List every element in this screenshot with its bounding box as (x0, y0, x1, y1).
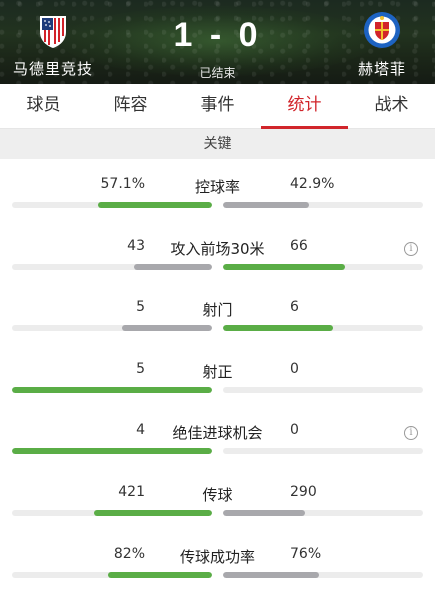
home-stat-value: 5 (136, 361, 145, 377)
home-stat-value: 421 (118, 484, 145, 500)
away-team[interactable]: 赫塔菲 (327, 10, 435, 79)
away-stat-value: 76% (290, 546, 322, 562)
home-stat-bar-fill (98, 202, 212, 208)
stat-row: 43 攻入前场30米 66 i (0, 238, 435, 300)
away-stat-value: 0 (290, 422, 299, 438)
away-stat-value: 0 (290, 361, 299, 377)
away-stat-bar-fill (223, 202, 309, 208)
home-stat-bar (12, 202, 212, 208)
info-icon[interactable]: i (404, 426, 418, 440)
home-stat-bar-fill (122, 325, 212, 331)
away-stat-bar (223, 387, 423, 393)
away-stat-value: 42.9% (290, 176, 335, 192)
home-stat-bar (12, 510, 212, 516)
home-stat-bar (12, 572, 212, 578)
tab-lineup[interactable]: 阵容 (87, 84, 174, 128)
home-stat-bar (12, 264, 212, 270)
away-stat-bar (223, 202, 423, 208)
stat-row: 4 绝佳进球机会 0 i (0, 422, 435, 484)
stat-label: 传球 (202, 486, 233, 504)
tab-bar: 球员 阵容 事件 统计 战术 (0, 84, 435, 129)
stat-label: 传球成功率 (179, 548, 255, 566)
away-stat-bar (223, 325, 423, 331)
home-stat-value: 4 (136, 422, 145, 438)
stat-label: 绝佳进球机会 (172, 424, 263, 442)
home-stat-value: 43 (127, 238, 145, 254)
section-header-key: 关键 (0, 129, 435, 159)
away-stat-bar (223, 510, 423, 516)
away-stat-bar (223, 448, 423, 454)
match-header: 马德里竞技 1 - 0 已结束 赫塔菲 (0, 0, 435, 84)
away-stat-bar-fill (223, 325, 333, 331)
stat-row: 57.1% 控球率 42.9% (0, 176, 435, 238)
home-stat-bar-fill (108, 572, 212, 578)
stat-row: 82% 传球成功率 76% (0, 546, 435, 608)
away-team-name: 赫塔菲 (357, 60, 406, 78)
stat-label: 射门 (202, 301, 233, 319)
stat-label: 控球率 (194, 178, 240, 196)
stat-row: 5 射正 0 (0, 361, 435, 423)
away-stat-bar-fill (223, 264, 345, 270)
away-stat-bar (223, 572, 423, 578)
home-stat-value: 82% (113, 546, 145, 562)
away-stat-value: 6 (290, 299, 299, 315)
home-stat-bar-fill (12, 387, 212, 393)
home-stat-bar-fill (94, 510, 212, 516)
home-stat-bar-fill (12, 448, 212, 454)
info-icon[interactable]: i (404, 242, 418, 256)
stat-row: 421 传球 290 (0, 484, 435, 546)
away-stat-bar (223, 264, 423, 270)
home-stat-bar-fill (134, 264, 212, 270)
away-stat-bar-fill (223, 572, 319, 578)
stat-row: 5 射门 6 (0, 299, 435, 361)
away-stat-value: 66 (290, 238, 308, 254)
tab-tactics[interactable]: 战术 (348, 84, 435, 128)
home-stat-bar (12, 325, 212, 331)
away-stat-bar-fill (223, 510, 305, 516)
tab-events[interactable]: 事件 (174, 84, 261, 128)
stat-label: 射正 (202, 363, 233, 381)
tab-players[interactable]: 球员 (0, 84, 87, 128)
home-stat-value: 5 (136, 299, 145, 315)
stat-label: 攻入前场30米 (170, 240, 265, 258)
home-stat-value: 57.1% (100, 176, 145, 192)
home-stat-bar (12, 387, 212, 393)
tab-stats[interactable]: 统计 (261, 84, 348, 129)
getafe-crest-icon (364, 12, 400, 48)
home-stat-bar (12, 448, 212, 454)
away-stat-value: 290 (290, 484, 317, 500)
